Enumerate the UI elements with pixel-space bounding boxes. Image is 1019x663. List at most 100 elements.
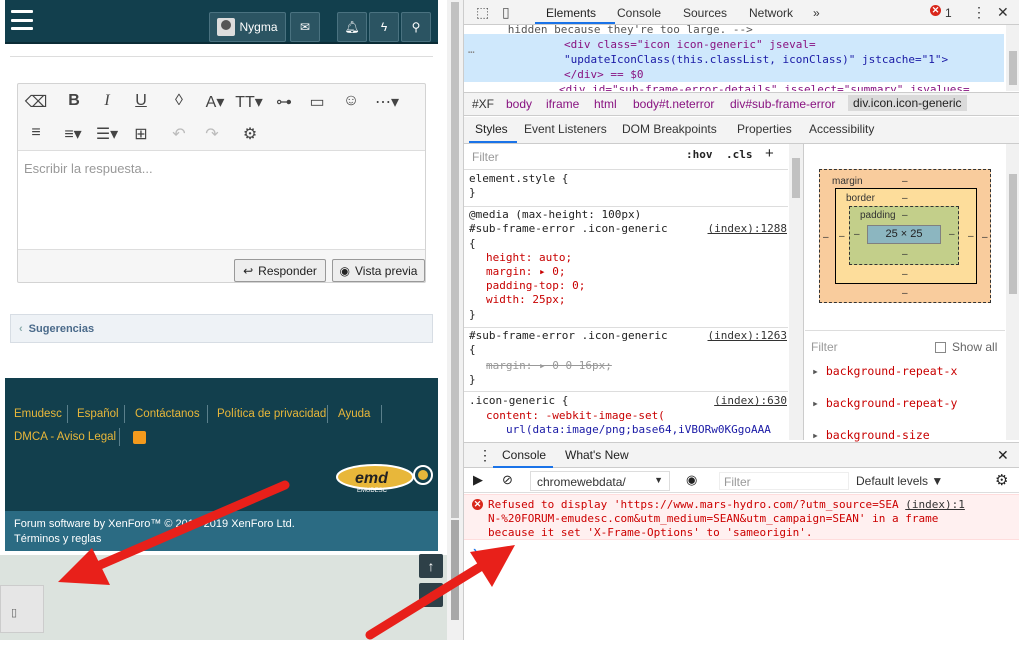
tab-console[interactable]: Console xyxy=(617,6,661,20)
kebab-menu-icon[interactable]: ⋮ xyxy=(478,447,492,464)
elements-scrollbar[interactable] xyxy=(1006,25,1019,91)
smiley-icon[interactable]: ☺ xyxy=(339,92,363,110)
underline-icon[interactable]: U xyxy=(129,92,153,110)
align-icon[interactable]: ≡▾ xyxy=(58,124,88,144)
eye-icon[interactable]: ◉ xyxy=(686,472,697,488)
add-rule-icon[interactable]: + xyxy=(765,145,774,162)
styles-scrollbar[interactable] xyxy=(789,144,803,440)
close-icon[interactable]: ✕ xyxy=(997,4,1009,21)
error-count[interactable]: 1 xyxy=(945,6,952,20)
tab-event-listeners[interactable]: Event Listeners xyxy=(524,122,607,136)
dom-line[interactable]: </div> == $0 xyxy=(564,67,643,82)
css-property-overridden[interactable]: margin: ▸ 0 0 16px; xyxy=(486,359,612,373)
breadcrumb-item[interactable]: body xyxy=(506,97,532,111)
show-all-checkbox[interactable]: Show all xyxy=(935,340,997,354)
inbox-button[interactable]: ✉ xyxy=(290,12,320,42)
footer-link-language[interactable]: Español xyxy=(77,408,119,420)
footer-link-privacy[interactable]: Política de privacidad xyxy=(217,408,326,420)
footer-link-emudesc[interactable]: Emudesc xyxy=(14,408,62,420)
link-icon[interactable]: ⊶ xyxy=(272,92,296,112)
search-button[interactable]: ⚲ xyxy=(401,12,431,42)
box-model-margin[interactable]: margin – – – – border – – – – padding – … xyxy=(819,169,991,303)
preview-button[interactable]: ◉ Vista previa xyxy=(332,259,425,282)
tab-styles[interactable]: Styles xyxy=(475,122,508,136)
terms-link[interactable]: Términos y reglas xyxy=(14,532,429,547)
computed-property[interactable]: ▸ background-size xyxy=(812,428,930,442)
ellipsis-icon[interactable]: … xyxy=(468,42,475,57)
box-model-border[interactable]: border – – – – padding – – – – 25 × 25 xyxy=(835,188,977,284)
breadcrumb-item[interactable]: div#sub-frame-error xyxy=(730,97,835,111)
reply-button[interactable]: ↩ Responder xyxy=(234,259,326,282)
css-property[interactable]: content: -webkit-image-set( xyxy=(486,409,665,423)
font-family-icon[interactable]: A▾ xyxy=(200,92,230,112)
context-selector[interactable]: chromewebdata/ ▼ xyxy=(530,471,670,491)
drawer-tab-whats-new[interactable]: What's New xyxy=(565,448,629,462)
css-value-url[interactable]: url(data:image/png;base64,iVBORw0KGgoAAA xyxy=(506,423,771,437)
rule-source-link[interactable]: (index):630 xyxy=(714,394,787,407)
dom-line[interactable]: "updateIconClass(this.classList, iconCla… xyxy=(564,52,948,67)
reply-textarea[interactable]: Escribir la respuesta... xyxy=(18,150,425,250)
scroll-bottom-button[interactable]: ↓ xyxy=(419,583,443,607)
suggestions-link[interactable]: ‹ Sugerencias xyxy=(10,314,433,343)
hov-toggle[interactable]: :hov xyxy=(686,148,713,161)
image-icon[interactable]: ▭ xyxy=(305,92,329,112)
error-text[interactable]: Refused to display 'https://www.mars-hyd… xyxy=(488,498,899,511)
more-tabs-button[interactable]: » xyxy=(813,6,820,20)
rule-source-link[interactable]: (index):1263 xyxy=(708,329,787,342)
css-property[interactable]: width: 25px; xyxy=(486,293,565,307)
styles-filter-input[interactable]: Filter xyxy=(468,146,678,166)
css-property[interactable]: height: auto; xyxy=(486,251,572,265)
breadcrumb-item[interactable]: #XF xyxy=(472,97,494,111)
computed-filter-input[interactable]: Filter xyxy=(811,340,838,354)
drawer-tab-console[interactable]: Console xyxy=(502,448,546,462)
rss-icon[interactable] xyxy=(133,431,146,444)
tab-properties[interactable]: Properties xyxy=(737,122,792,136)
dom-line[interactable]: <div id="sub-frame-error-details" jssele… xyxy=(559,82,970,91)
font-size-icon[interactable]: TT▾ xyxy=(232,92,266,112)
css-property[interactable]: margin: ▸ 0; xyxy=(486,265,565,279)
tab-network[interactable]: Network xyxy=(749,6,793,20)
align-justify-icon[interactable]: ≡ xyxy=(24,124,48,142)
kebab-menu-icon[interactable]: ⋮ xyxy=(972,4,986,21)
breadcrumb-item-active[interactable]: div.icon.icon-generic xyxy=(848,95,967,111)
whats-new-button[interactable]: ϟ xyxy=(369,12,399,42)
log-levels-dropdown[interactable]: Default levels ▼ xyxy=(856,474,943,488)
user-menu-button[interactable]: Nygma xyxy=(209,12,286,42)
list-icon[interactable]: ☰▾ xyxy=(90,124,124,144)
bold-icon[interactable]: B xyxy=(62,92,86,110)
gear-icon[interactable]: ⚙ xyxy=(995,471,1008,489)
error-source-link[interactable]: (index):1 xyxy=(905,498,965,511)
document-tab[interactable]: ▯ xyxy=(0,585,44,633)
computed-property[interactable]: ▸ background-repeat-x xyxy=(812,364,957,378)
inspect-icon[interactable]: ⬚ xyxy=(476,4,489,21)
tab-dom-breakpoints[interactable]: DOM Breakpoints xyxy=(622,122,717,136)
breadcrumb-item[interactable]: iframe xyxy=(546,97,579,111)
tab-elements[interactable]: Elements xyxy=(546,6,596,20)
css-property[interactable]: padding-top: 0; xyxy=(486,279,585,293)
computed-property[interactable]: ▸ background-repeat-y xyxy=(812,396,957,410)
box-model-padding[interactable]: padding – – – – 25 × 25 xyxy=(849,206,959,265)
table-icon[interactable]: ⊞ xyxy=(129,124,153,144)
tab-sources[interactable]: Sources xyxy=(683,6,727,20)
color-drop-icon[interactable]: ◊ xyxy=(167,92,191,110)
footer-link-contact[interactable]: Contáctanos xyxy=(135,408,200,420)
clear-console-icon[interactable]: ⊘ xyxy=(502,472,513,488)
sidebar-toggle-icon[interactable]: ▶ xyxy=(473,472,483,488)
scroll-top-button[interactable]: ↑ xyxy=(419,554,443,578)
device-icon[interactable]: ▯ xyxy=(502,4,510,21)
tab-accessibility[interactable]: Accessibility xyxy=(809,122,874,136)
redo-icon[interactable]: ↷ xyxy=(200,124,224,144)
gear-icon[interactable]: ⚙ xyxy=(238,124,262,144)
breadcrumb-item[interactable]: body#t.neterror xyxy=(633,97,714,111)
eraser-icon[interactable]: ⌫ xyxy=(24,92,48,112)
dom-line[interactable]: <div class="icon icon-generic" jseval= xyxy=(564,37,816,52)
box-model-content[interactable]: 25 × 25 xyxy=(867,225,941,244)
footer-link-help[interactable]: Ayuda xyxy=(338,408,370,420)
footer-link-dmca[interactable]: DMCA - Aviso Legal xyxy=(14,431,116,443)
console-prompt[interactable]: › xyxy=(473,543,477,558)
rule-source-link[interactable]: (index):1288 xyxy=(708,222,787,235)
console-filter-input[interactable]: Filter xyxy=(719,472,849,490)
undo-icon[interactable]: ↶ xyxy=(167,124,191,144)
page-scrollbar[interactable] xyxy=(447,0,463,640)
cls-toggle[interactable]: .cls xyxy=(726,148,753,161)
